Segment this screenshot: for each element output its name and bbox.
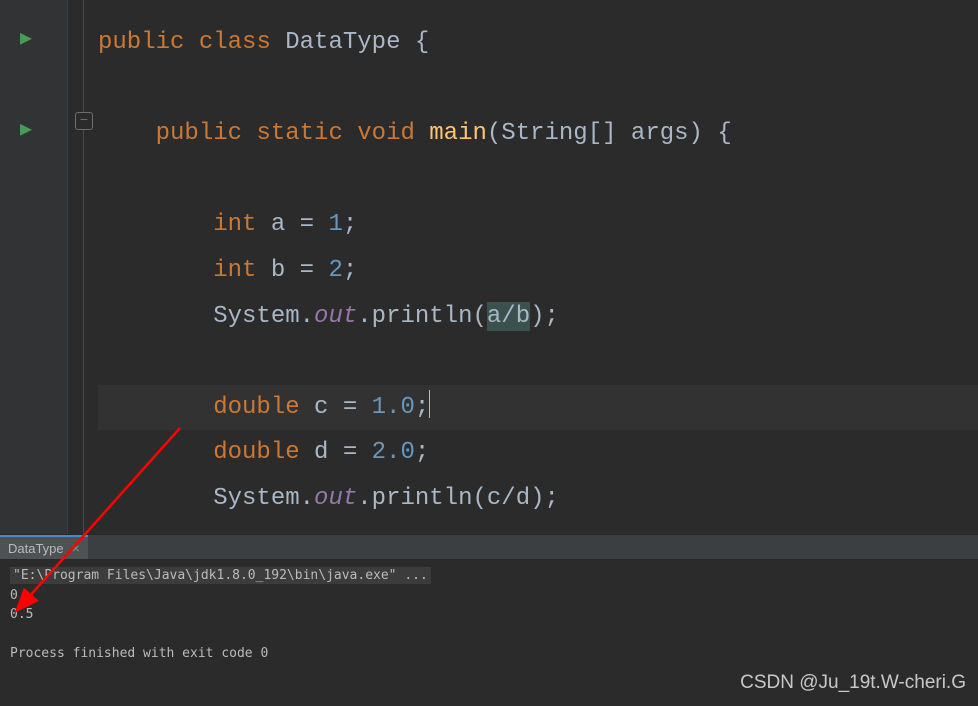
console-command: "E:\Program Files\Java\jdk1.8.0_192\bin\… xyxy=(10,566,968,586)
code-line: System.out.println(c/d); xyxy=(98,476,978,522)
editor-area: ▶ ▶ − public class DataType { public sta… xyxy=(0,0,978,534)
console-output-line: 0.5 xyxy=(10,605,968,625)
tab-label: DataType xyxy=(8,541,64,556)
code-line xyxy=(98,66,978,112)
console-output-line: 0 xyxy=(10,586,968,606)
console-tab[interactable]: DataType × xyxy=(0,535,88,559)
code-line: public class DataType { xyxy=(98,20,978,66)
fold-icon[interactable]: − xyxy=(75,112,93,130)
code-line: int b = 2; xyxy=(98,248,978,294)
run-icon[interactable]: ▶ xyxy=(20,25,32,51)
code-line-current: double c = 1.0; xyxy=(98,385,978,431)
gutter: ▶ ▶ xyxy=(0,0,68,534)
watermark: CSDN @Ju_19t.W-cheri.G xyxy=(740,672,966,694)
code-line: System.out.println(a/b); xyxy=(98,294,978,340)
text-cursor xyxy=(429,390,430,418)
code-line: int a = 1; xyxy=(98,202,978,248)
close-icon[interactable]: × xyxy=(72,540,80,556)
code-line: public static void main(String[] args) { xyxy=(98,111,978,157)
console-output-line xyxy=(10,625,968,645)
code-line xyxy=(98,339,978,385)
fold-guide xyxy=(83,0,84,534)
code-area[interactable]: public class DataType { public static vo… xyxy=(68,0,978,534)
console-exit-line: Process finished with exit code 0 xyxy=(10,644,968,664)
console-tabs-bar: DataType × xyxy=(0,534,978,560)
run-method-icon[interactable]: ▶ xyxy=(20,116,32,142)
code-line xyxy=(98,157,978,203)
code-line: double d = 2.0; xyxy=(98,430,978,476)
